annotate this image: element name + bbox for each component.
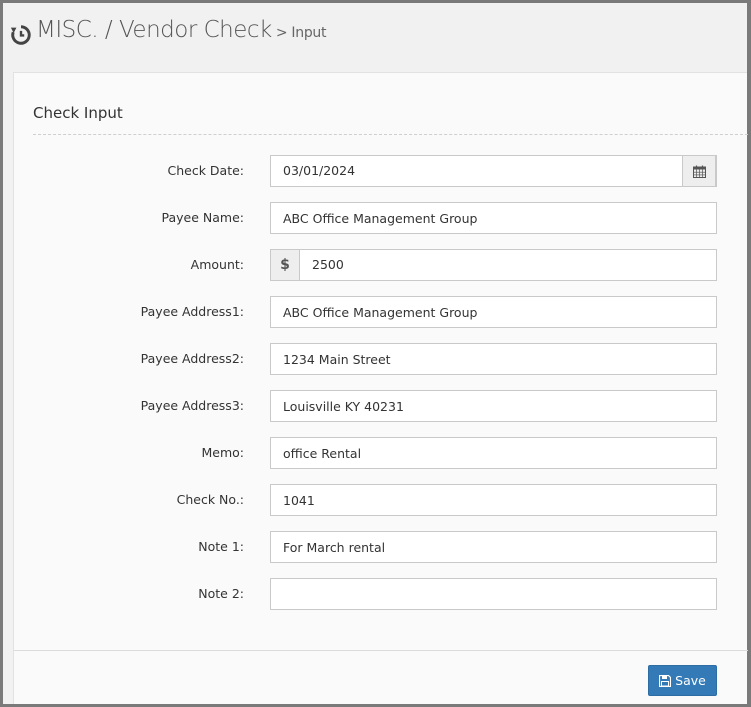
page-header: MISC. / Vendor Check > Input [10, 17, 326, 53]
check-no-label: Check No.: [176, 492, 244, 507]
payee-name-row: Payee Name: [14, 202, 748, 234]
calendar-icon [692, 165, 706, 178]
memo-input[interactable] [270, 437, 717, 469]
payee-address1-row: Payee Address1: [14, 296, 748, 328]
payee-address2-row: Payee Address2: [14, 343, 748, 375]
memo-row: Memo: [14, 437, 748, 469]
check-input-panel: Check Input Check Date: 03/01/2024 Payee… [13, 72, 748, 704]
amount-field[interactable]: $ 2500 [270, 249, 717, 281]
history-icon [10, 25, 31, 45]
app-window: MISC. / Vendor Check > Input Check Input… [3, 3, 748, 704]
calendar-button[interactable] [682, 155, 716, 187]
note2-row: Note 2: [14, 578, 748, 610]
page-title: MISC. / Vendor Check [36, 17, 272, 43]
check-date-field[interactable]: 03/01/2024 [270, 155, 717, 187]
breadcrumb: > Input [275, 25, 327, 41]
panel-divider [33, 134, 748, 135]
check-no-row: Check No.: [14, 484, 748, 516]
panel-title: Check Input [33, 104, 123, 122]
memo-label: Memo: [201, 445, 244, 460]
amount-label: Amount: [190, 257, 244, 272]
save-label: Save [675, 673, 706, 688]
payee-address2-label: Payee Address2: [140, 351, 244, 366]
payee-address3-label: Payee Address3: [140, 398, 244, 413]
check-date-value[interactable]: 03/01/2024 [283, 156, 355, 186]
amount-row: Amount: $ 2500 [14, 249, 748, 281]
payee-address3-input[interactable] [270, 390, 717, 422]
note2-label: Note 2: [198, 586, 244, 601]
floppy-disk-icon [659, 674, 672, 687]
payee-address1-input[interactable] [270, 296, 717, 328]
dollar-sign-addon: $ [270, 249, 300, 281]
payee-name-input[interactable] [270, 202, 717, 234]
note1-input[interactable] [270, 531, 717, 563]
payee-name-label: Payee Name: [161, 210, 244, 225]
check-date-label: Check Date: [167, 163, 244, 178]
footer-divider [14, 650, 748, 651]
payee-address1-label: Payee Address1: [140, 304, 244, 319]
note1-label: Note 1: [198, 539, 244, 554]
save-button[interactable]: Save [648, 665, 717, 696]
payee-address2-input[interactable] [270, 343, 717, 375]
check-date-row: Check Date: 03/01/2024 [14, 155, 748, 187]
note1-row: Note 1: [14, 531, 748, 563]
note2-input[interactable] [270, 578, 717, 610]
amount-value[interactable]: 2500 [312, 250, 344, 280]
payee-address3-row: Payee Address3: [14, 390, 748, 422]
check-no-input[interactable] [270, 484, 717, 516]
